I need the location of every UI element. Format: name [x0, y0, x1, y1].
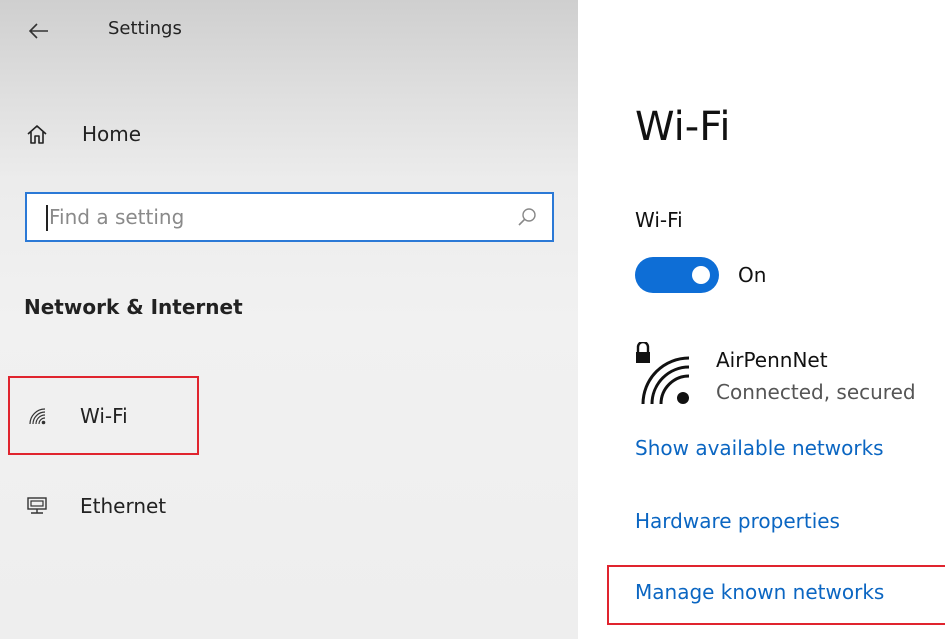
search-input[interactable]	[49, 203, 489, 231]
wifi-highlight-annotation	[8, 376, 199, 455]
back-arrow-icon	[29, 23, 48, 39]
network-status: Connected, secured	[716, 380, 916, 404]
app-title: Settings	[108, 18, 182, 39]
page-title: Wi-Fi	[635, 104, 731, 150]
toggle-knob	[692, 266, 710, 284]
show-available-networks-link[interactable]: Show available networks	[635, 436, 884, 460]
sidebar-item-label: Home	[82, 122, 142, 146]
search-icon[interactable]	[516, 207, 538, 229]
sidebar-item-ethernet[interactable]: Ethernet	[24, 486, 166, 526]
wifi-toggle[interactable]	[635, 257, 719, 293]
text-cursor	[46, 205, 48, 231]
network-name: AirPennNet	[716, 348, 828, 372]
ethernet-icon	[24, 493, 50, 519]
wifi-toggle-label: Wi-Fi	[635, 208, 683, 232]
home-icon	[22, 119, 52, 149]
sidebar-item-label: Ethernet	[80, 494, 167, 518]
back-button[interactable]	[22, 14, 56, 48]
sidebar: Settings Home Network & Internet	[0, 0, 578, 639]
section-title: Network & Internet	[24, 295, 243, 319]
hardware-properties-link[interactable]: Hardware properties	[635, 509, 840, 533]
sidebar-item-home[interactable]: Home	[22, 114, 282, 154]
wifi-toggle-state: On	[738, 263, 767, 287]
secured-wifi-icon	[636, 342, 690, 405]
search-box[interactable]	[25, 192, 554, 242]
main-content: Wi-Fi Wi-Fi On AirPennNet Connected, sec…	[578, 0, 945, 639]
settings-window: Settings Home Network & Internet	[0, 0, 945, 639]
manage-networks-highlight-annotation	[607, 565, 945, 625]
network-item[interactable]: AirPennNet Connected, secured	[635, 342, 945, 412]
